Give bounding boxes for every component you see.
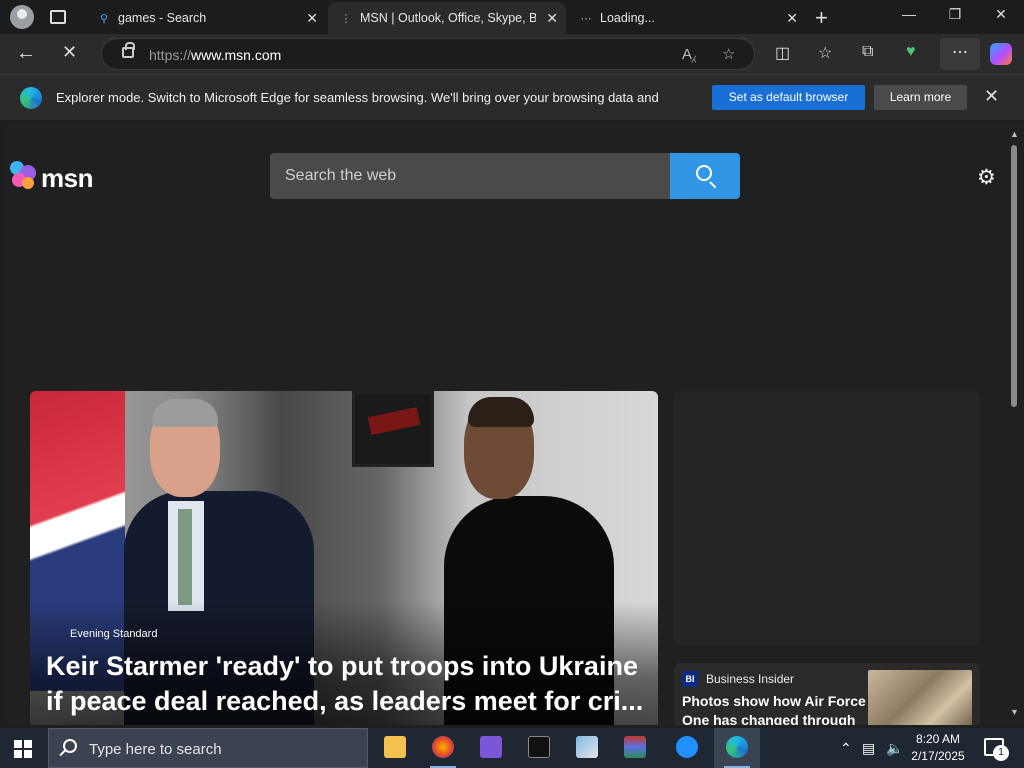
page-scrollbar[interactable]: ▲ ▼ xyxy=(1006,123,1024,725)
favorite-star-icon[interactable]: ☆ xyxy=(722,45,735,63)
toolbar: ← ✕ https://www.msn.com A⁁ ☆ ◫ ☆ ⧉ ♥ ⋯ xyxy=(0,34,1024,74)
profile-avatar[interactable] xyxy=(10,5,34,29)
system-clock[interactable]: 8:20 AM 2/17/2025 xyxy=(908,731,968,765)
side-article-card[interactable]: BI Business Insider Photos show how Air … xyxy=(674,663,980,725)
scroll-up-icon[interactable]: ▲ xyxy=(1010,129,1019,139)
terminal-icon[interactable] xyxy=(516,728,562,768)
msn-logo-text[interactable]: msn xyxy=(41,163,93,194)
search-input[interactable]: Search the web xyxy=(270,153,670,199)
close-window-button[interactable]: ✕ xyxy=(978,6,1024,23)
search-placeholder: Search the web xyxy=(285,167,397,184)
side-placeholder-panel xyxy=(674,391,980,645)
tab-title: Loading... xyxy=(600,11,655,25)
copilot-icon[interactable] xyxy=(990,43,1012,65)
tab-actions-icon[interactable] xyxy=(50,10,66,24)
side-headline[interactable]: Photos show how Air Force One has change… xyxy=(682,692,867,725)
more-options-icon[interactable]: ⋯ xyxy=(940,38,980,70)
volume-muted-icon[interactable]: 🔈 xyxy=(886,740,903,757)
split-screen-icon[interactable]: ◫ xyxy=(775,43,790,63)
favorites-icon[interactable]: ☆ xyxy=(818,43,832,63)
url-scheme: https:// xyxy=(149,47,192,63)
tab-title: games - Search xyxy=(118,11,207,25)
search-icon xyxy=(63,739,77,753)
internet-explorer-icon[interactable] xyxy=(664,728,710,768)
msn-logo-icon[interactable] xyxy=(10,161,40,191)
archive-app-icon[interactable] xyxy=(612,728,658,768)
lock-icon[interactable] xyxy=(122,42,135,58)
loading-icon: ⋯ xyxy=(580,12,592,25)
clock-date: 2/17/2025 xyxy=(911,749,965,763)
notification-count-badge: 1 xyxy=(993,745,1009,761)
read-aloud-icon[interactable]: A⁁ xyxy=(682,45,696,63)
edge-icon[interactable] xyxy=(714,728,760,768)
learn-more-button[interactable]: Learn more xyxy=(874,85,967,110)
business-insider-logo-icon: BI xyxy=(682,671,698,687)
taskbar: Type here to search ⌃ ▤ 🔈 8:20 AM 2/17/2… xyxy=(0,728,1024,768)
loading-icon: ⋮ xyxy=(340,12,352,25)
search-icon xyxy=(696,165,712,181)
side-source: Business Insider xyxy=(706,672,795,686)
hero-article-card[interactable]: Evening Standard Keir Starmer 'ready' to… xyxy=(30,391,658,725)
network-icon[interactable]: ▤ xyxy=(862,740,875,757)
browser-essentials-icon[interactable]: ♥ xyxy=(906,43,916,61)
tab-games-search[interactable]: ⚲ games - Search ✕ xyxy=(86,2,326,34)
close-tab-icon[interactable]: ✕ xyxy=(786,10,798,27)
hero-source: Evening Standard xyxy=(70,628,158,640)
stop-loading-icon[interactable]: ✕ xyxy=(62,42,77,63)
address-bar[interactable]: https://www.msn.com A⁁ ☆ xyxy=(101,38,755,70)
msn-page: msn Search the web ⚙ Evening Standard Ke… xyxy=(4,123,1006,725)
close-infobar-icon[interactable]: ✕ xyxy=(984,86,999,107)
hero-headline[interactable]: Keir Starmer 'ready' to put troops into … xyxy=(46,649,646,719)
clock-time: 8:20 AM xyxy=(915,732,961,746)
text-editor-icon[interactable] xyxy=(468,728,514,768)
search-icon: ⚲ xyxy=(99,12,109,25)
collections-icon[interactable]: ⧉ xyxy=(862,43,873,61)
url-text[interactable]: https://www.msn.com xyxy=(149,47,281,63)
taskbar-search-box[interactable]: Type here to search xyxy=(48,728,368,768)
edge-logo-icon xyxy=(20,87,42,109)
new-tab-button[interactable]: + xyxy=(815,5,828,31)
file-explorer-icon[interactable] xyxy=(372,728,418,768)
windows-start-icon[interactable] xyxy=(14,740,32,758)
hero-image-screen xyxy=(352,391,434,467)
scroll-down-icon[interactable]: ▼ xyxy=(1010,707,1019,717)
side-thumbnail xyxy=(868,670,972,725)
infobar-message: Explorer mode. Switch to Microsoft Edge … xyxy=(56,90,659,105)
tab-msn[interactable]: ⋮ MSN | Outlook, Office, Skype, Bing ✕ xyxy=(328,2,566,34)
tab-loading[interactable]: ⋯ Loading... ✕ xyxy=(568,2,806,34)
firefox-icon[interactable] xyxy=(420,728,466,768)
taskbar-search-placeholder: Type here to search xyxy=(89,741,222,758)
url-host: www.msn.com xyxy=(191,47,282,63)
close-tab-icon[interactable]: ✕ xyxy=(306,10,318,27)
search-button[interactable] xyxy=(670,153,740,199)
restore-button[interactable]: ❐ xyxy=(932,6,978,23)
set-default-browser-button[interactable]: Set as default browser xyxy=(712,85,865,110)
explorer-mode-infobar: Explorer mode. Switch to Microsoft Edge … xyxy=(0,74,1024,120)
control-panel-icon[interactable] xyxy=(564,728,610,768)
back-icon[interactable]: ← xyxy=(16,42,36,65)
settings-gear-icon[interactable]: ⚙ xyxy=(977,165,996,190)
close-tab-icon[interactable]: ✕ xyxy=(546,10,558,27)
minimize-button[interactable]: — xyxy=(886,6,932,22)
show-hidden-icons-chevron-icon[interactable]: ⌃ xyxy=(840,740,852,757)
scroll-thumb[interactable] xyxy=(1011,145,1017,407)
tab-title: MSN | Outlook, Office, Skype, Bing xyxy=(360,11,536,25)
